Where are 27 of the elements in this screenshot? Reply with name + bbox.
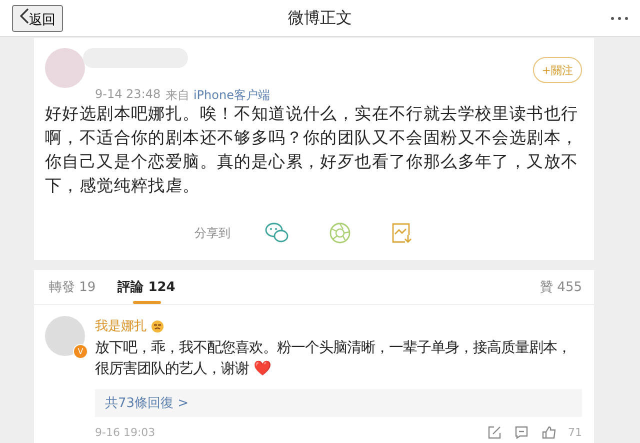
verified-badge: V <box>73 344 88 359</box>
avatar-placeholder <box>45 316 85 356</box>
page-title: 微博正文 <box>288 8 352 26</box>
follow-button[interactable]: +關注 <box>532 57 582 83</box>
post-source: 来自 iPhone客户端 <box>166 87 270 104</box>
post-time: 9-14 23:48 <box>95 87 161 103</box>
aperture-icon[interactable] <box>329 222 350 244</box>
like-count[interactable]: 71 <box>568 426 582 439</box>
comment-tab[interactable]: 評論 124 <box>114 270 180 304</box>
avatar-placeholder <box>45 48 85 88</box>
more-icon[interactable] <box>611 16 628 20</box>
replies-link[interactable]: 共73條回復 > <box>95 389 582 417</box>
edit-icon[interactable] <box>488 426 501 439</box>
thumbs-up-icon[interactable] <box>542 426 556 439</box>
chevron-left-icon <box>20 8 29 24</box>
comment-text: 放下吧，乖，我不配您喜欢。粉一个头脑清晰，一辈子单身，接高质量剧本，很厉害团队的艺人，谢谢 ❤ <box>95 338 572 379</box>
commenter-name[interactable]: 我是娜扎 <box>95 317 147 335</box>
comment-time: 9-16 19:03 <box>95 426 156 439</box>
emoji-icon <box>151 320 164 332</box>
wechat-icon[interactable] <box>264 222 288 242</box>
post-text: 好好选剧本吧娜扎。唉！不知道说什么，实在不行就去学校里读书也行啊，不适合你的剧本还不够多吗？你的团队又不会固粉又不会选剧本，你自己又是个恋爱脑。真的是心累，好歹也看了你那么多年了，又放不下，感觉纯粹找虐。 <box>45 103 580 197</box>
likes-count[interactable]: 贊 455 <box>540 278 582 296</box>
share-label: 分享到 <box>194 224 230 242</box>
comment-icon[interactable] <box>515 426 528 439</box>
comment-tab[interactable]: 轉發 19 <box>45 270 100 304</box>
back-button[interactable]: 返回 <box>12 4 63 32</box>
image-download-icon[interactable] <box>392 223 412 243</box>
